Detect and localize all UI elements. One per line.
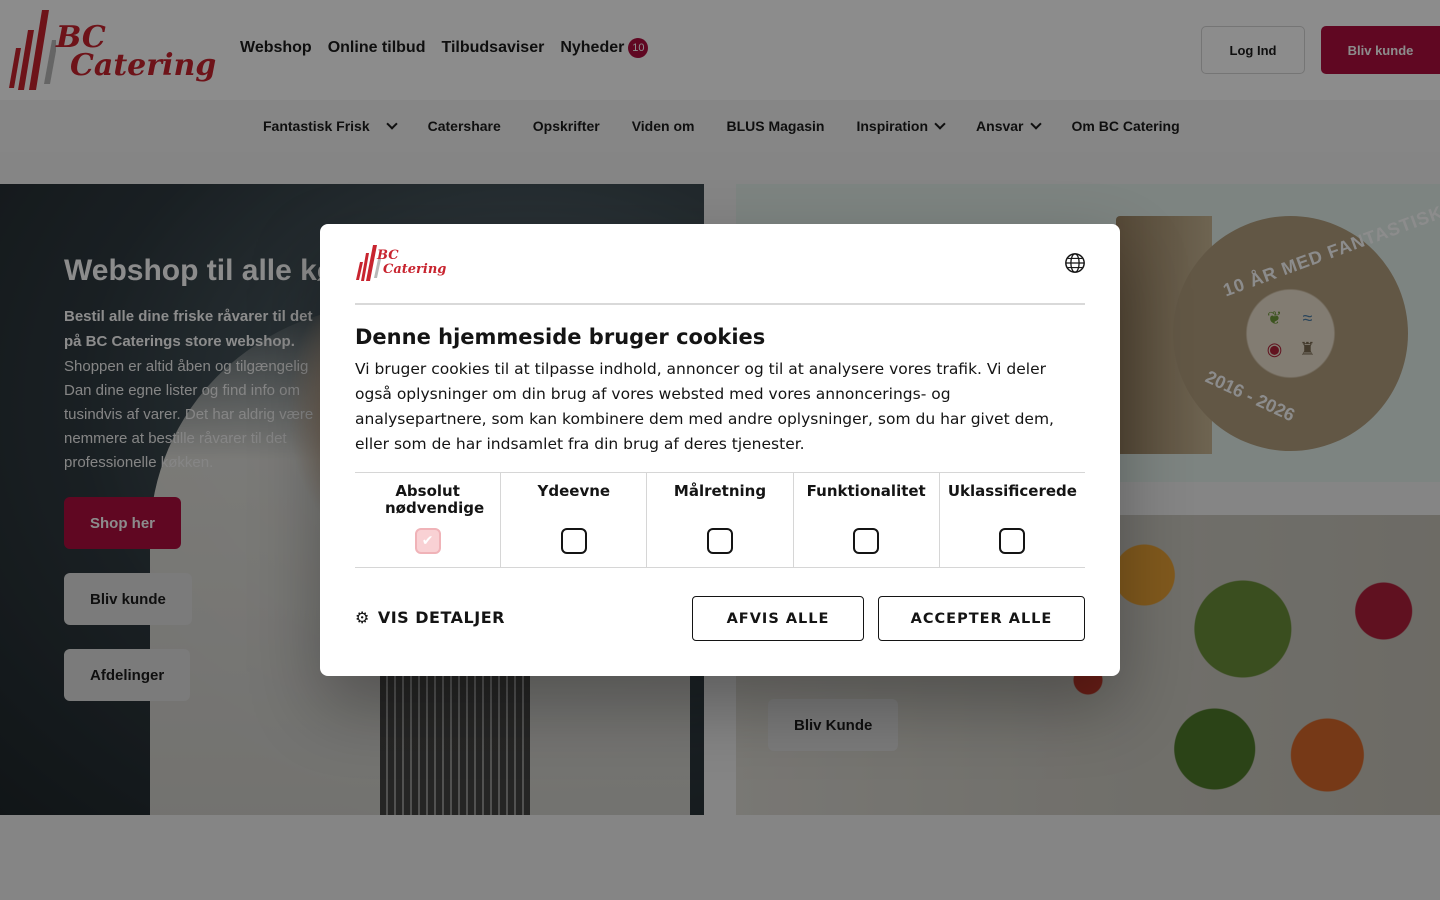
cookie-consent-dialog: BC Catering Denne hjemmeside bruger cook…: [320, 224, 1120, 676]
logo-text-catering: Catering: [383, 262, 447, 277]
category-label: Absolut nødvendige: [385, 482, 485, 517]
unclassified-checkbox[interactable]: [999, 528, 1026, 554]
category-label: Ydeevne: [537, 482, 611, 500]
language-globe-icon[interactable]: [1064, 252, 1086, 274]
category-performance: Ydeevne: [501, 473, 648, 567]
category-targeting: Målretning: [647, 473, 794, 567]
cookie-body: Vi bruger cookies til at tilpasse indhol…: [355, 360, 1054, 453]
gear-icon: ⚙: [355, 608, 370, 627]
necessary-checkbox: ✔: [414, 528, 441, 554]
dialog-logo: BC Catering: [355, 244, 446, 284]
cookie-title: Denne hjemmeside bruger cookies: [355, 325, 766, 349]
category-label: Funktionalitet: [806, 482, 926, 500]
category-necessary: Absolut nødvendige ✔: [355, 473, 502, 567]
functionality-checkbox[interactable]: [853, 528, 880, 554]
show-details-label: VIS DETALJER: [377, 608, 505, 627]
reject-all-button[interactable]: AFVIS ALLE: [692, 596, 864, 641]
show-details-link[interactable]: ⚙ VIS DETALJER: [355, 608, 505, 627]
category-label: Målretning: [673, 482, 767, 500]
category-label: Uklassificerede: [947, 482, 1077, 500]
cookie-categories: Absolut nødvendige ✔ Ydeevne Målretning …: [355, 472, 1085, 568]
category-unclassified: Uklassificerede: [940, 473, 1085, 567]
logo-text-bc: BC: [377, 248, 399, 263]
category-functionality: Funktionalitet: [794, 473, 940, 567]
targeting-checkbox[interactable]: [707, 528, 733, 554]
dialog-divider: [355, 303, 1085, 305]
performance-checkbox[interactable]: [560, 528, 587, 554]
accept-all-button[interactable]: ACCEPTER ALLE: [878, 596, 1085, 641]
